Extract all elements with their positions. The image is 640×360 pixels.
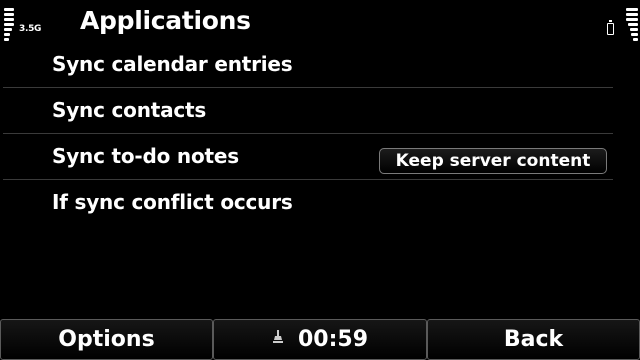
signal-bar (4, 18, 14, 21)
battery-bar (630, 28, 638, 31)
signal-bar (4, 38, 9, 41)
battery-bar (626, 18, 638, 21)
battery-bar (633, 38, 638, 41)
setting-label: Sync calendar entries (52, 52, 293, 76)
settings-list: Sync calendar entries Sync contacts Sync… (0, 43, 640, 227)
battery-level-icon (626, 8, 638, 41)
setting-sync-contacts[interactable]: Sync contacts (0, 89, 640, 135)
divider (3, 179, 613, 180)
setting-label: Sync contacts (52, 98, 207, 122)
battery-bar (628, 23, 638, 26)
signal-bar (4, 13, 14, 16)
setting-label: Sync to-do notes (52, 144, 239, 168)
connection-timer-icon (272, 319, 284, 358)
signal-bar (4, 8, 14, 11)
signal-bar (4, 28, 12, 31)
divider (3, 87, 613, 88)
page-title: Applications (80, 6, 251, 35)
softkey-bar: Options 00:59 Back (0, 319, 640, 360)
network-type-label: 3.5G (19, 24, 42, 34)
battery-bar (626, 8, 638, 11)
battery-bar (631, 33, 638, 36)
setting-label: If sync conflict occurs (52, 190, 293, 214)
connection-timer[interactable]: 00:59 (213, 319, 427, 360)
signal-strength-icon (4, 8, 14, 41)
back-button[interactable]: Back (427, 319, 640, 360)
battery-icon (607, 20, 614, 35)
setting-sync-calendar[interactable]: Sync calendar entries (0, 43, 640, 89)
signal-bar (4, 33, 10, 36)
connection-time: 00:59 (297, 327, 369, 352)
setting-sync-conflict[interactable]: If sync conflict occurs (0, 181, 640, 227)
divider (3, 133, 613, 134)
conflict-resolution-button[interactable]: Keep server content (379, 148, 607, 174)
battery-bar (626, 13, 638, 16)
signal-bar (4, 23, 14, 26)
options-button[interactable]: Options (0, 319, 213, 360)
